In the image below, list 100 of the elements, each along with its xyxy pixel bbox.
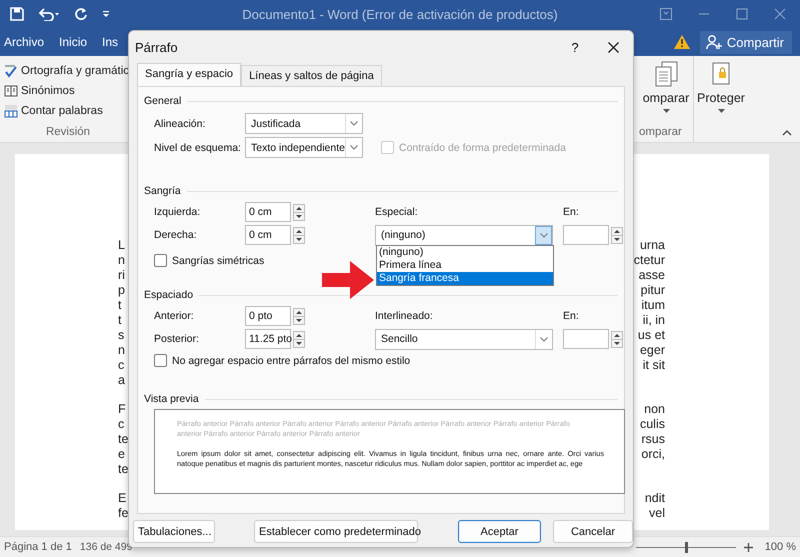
section-heading: Vista previa — [144, 393, 199, 405]
up-down-arrows-icon — [293, 204, 305, 220]
window-title: Documento1 - Word (Error de activación de productos) — [241, 6, 559, 22]
field-label: Anterior: — [154, 310, 195, 322]
ribbon-tab[interactable]: Ins — [98, 35, 122, 49]
checkbox-label: Sangrías simétricas — [172, 254, 264, 266]
dialog-tab[interactable]: Sangría y espacio — [137, 63, 242, 86]
ribbon-display-icon[interactable] — [660, 8, 672, 20]
protect-button[interactable]: Proteger — [697, 91, 745, 105]
dropdown-button[interactable] — [535, 226, 552, 244]
document-text: orci, — [641, 447, 665, 462]
dropdown-field[interactable]: (ninguno) — [375, 224, 553, 246]
up-down-arrows-icon — [293, 226, 305, 244]
checkbox[interactable] — [154, 254, 167, 267]
compare-button[interactable]: omparar — [642, 91, 690, 105]
spin-button[interactable] — [291, 225, 307, 245]
document-text: non — [644, 402, 665, 417]
document-text: asse — [638, 268, 665, 283]
dropdown-field[interactable]: Texto independiente — [245, 137, 363, 158]
document-text: s — [118, 328, 124, 343]
dropdown-option[interactable]: Primera línea — [377, 259, 553, 272]
section-heading: Espaciado — [144, 289, 194, 301]
document-text: us et — [638, 328, 665, 343]
dialog-tab[interactable]: Líneas y saltos de página — [241, 65, 382, 86]
ribbon-command[interactable]: Contar palabras — [21, 104, 103, 116]
help-button[interactable]: ? — [562, 40, 588, 55]
dropdown-field[interactable]: Justificada — [245, 113, 363, 134]
document-text: ndit — [644, 491, 665, 506]
customize-icon[interactable] — [102, 9, 110, 19]
field-label: Derecha: — [154, 229, 198, 241]
spin-button[interactable] — [609, 225, 625, 245]
document-text: itum — [641, 298, 665, 313]
spin-button[interactable] — [291, 329, 307, 349]
dropdown-option[interactable]: (ninguno) — [377, 246, 553, 259]
caret-icon — [718, 109, 724, 113]
spin-button[interactable] — [291, 306, 307, 326]
caret-icon — [350, 145, 358, 150]
close-button[interactable] — [608, 42, 619, 53]
document-text: c — [118, 417, 124, 432]
person-add-icon — [706, 34, 722, 50]
collapse-ribbon-icon[interactable] — [782, 130, 792, 136]
field-label: Especial: — [375, 206, 419, 218]
document-text: c — [118, 358, 124, 373]
document-text: e — [118, 447, 125, 462]
ribbon-tab[interactable]: Archivo — [0, 35, 48, 49]
arrow-icon — [322, 261, 374, 299]
spin-button[interactable] — [291, 202, 307, 222]
ribbon-command[interactable]: Sinónimos — [21, 84, 75, 96]
page-count[interactable]: Página 1 de 1 — [4, 541, 72, 553]
spin-field[interactable]: 0 cm — [245, 202, 291, 222]
ribbon-command[interactable]: Ortografía y gramátic — [21, 64, 130, 76]
document-text: rsus — [641, 432, 665, 447]
spin-field[interactable]: 11.25 pto — [245, 329, 291, 349]
dialog-button[interactable]: Cancelar — [553, 520, 633, 543]
share-button[interactable]: Compartir — [700, 30, 792, 54]
document-text: t — [118, 298, 122, 313]
maximize-icon[interactable] — [736, 8, 748, 20]
up-down-arrows-icon — [293, 308, 305, 324]
dropdown-option[interactable]: Sangría francesa — [377, 272, 553, 285]
checkbox-label: Contraído de forma predeterminada — [399, 142, 566, 154]
document-text: te — [118, 432, 128, 447]
document-text: vel — [649, 506, 665, 521]
field-label: Izquierda: — [154, 206, 202, 218]
warning-icon — [674, 35, 690, 49]
document-text: p — [118, 283, 125, 298]
spin-button[interactable] — [609, 329, 625, 349]
save-icon[interactable] — [10, 7, 24, 21]
zoom-thumb[interactable] — [684, 542, 688, 552]
section-heading: General — [144, 95, 182, 107]
group-label: Revisión — [46, 126, 90, 140]
redo-icon[interactable] — [74, 7, 88, 21]
zoom-level[interactable]: 100 % — [764, 541, 796, 553]
spin-field[interactable] — [563, 225, 609, 245]
ribbon-tab[interactable]: Inicio — [55, 35, 92, 49]
document-text: F — [118, 402, 126, 417]
dialog-button[interactable]: Aceptar — [458, 520, 541, 543]
document-text: t — [118, 313, 122, 328]
section-heading: Sangría — [144, 185, 181, 197]
dropdown-field[interactable]: Sencillo — [375, 328, 553, 350]
caret-icon — [540, 232, 548, 238]
zoom-in-icon[interactable] — [744, 542, 753, 552]
spelling-check-icon — [4, 64, 18, 78]
document-text: it sit — [642, 358, 665, 373]
word-count-icon — [4, 104, 18, 118]
spin-field[interactable]: 0 cm — [245, 225, 291, 245]
dialog-button[interactable]: Tabulaciones... — [133, 520, 215, 543]
checkbox-label: No agregar espacio entre párrafos del mismo estilo — [172, 354, 410, 366]
spin-field[interactable]: 0 pto — [245, 306, 291, 326]
document-text: culis — [640, 417, 665, 432]
close-icon[interactable] — [774, 8, 786, 20]
book-icon — [4, 84, 18, 98]
field-label: En: — [563, 310, 580, 322]
document-text: pitur — [640, 283, 665, 298]
dialog-button[interactable]: Establecer como predeterminado — [254, 520, 418, 543]
spin-field[interactable] — [563, 329, 609, 349]
undo-icon[interactable] — [38, 7, 60, 21]
document-text: fe — [118, 506, 128, 521]
document-text: urna — [640, 238, 665, 253]
checkbox[interactable] — [154, 354, 167, 367]
document-text: te — [118, 462, 128, 477]
